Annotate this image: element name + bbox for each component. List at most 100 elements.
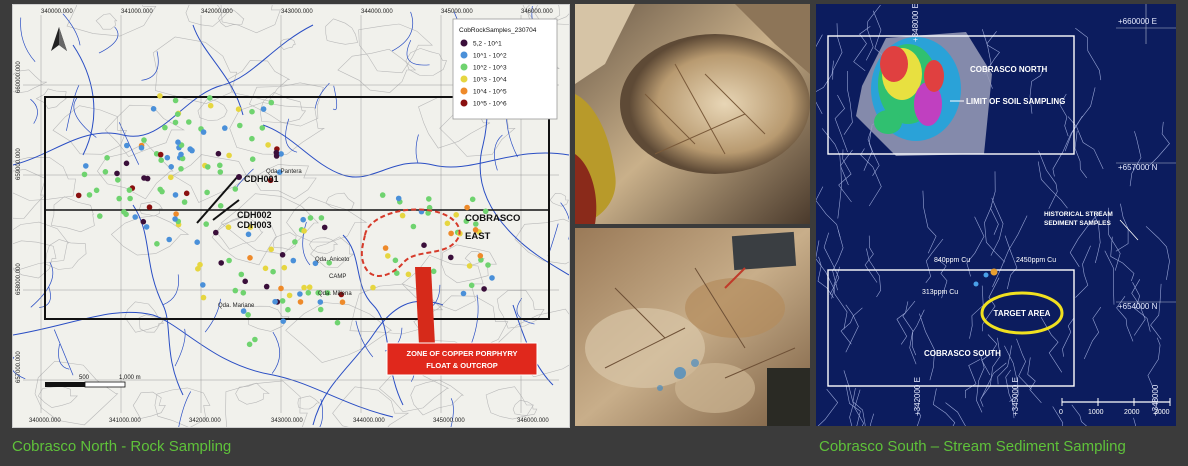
sample-point — [240, 290, 247, 296]
sample-point — [204, 189, 210, 196]
sample-point — [453, 212, 460, 218]
sample-313-marker-icon — [973, 281, 979, 287]
sample-point — [207, 95, 213, 101]
sample-point — [260, 106, 267, 112]
sample-point — [226, 257, 232, 264]
place-label-millena: Qda. Millena — [318, 291, 352, 297]
sample-point — [157, 151, 164, 158]
sample-point — [150, 106, 157, 112]
sample-point — [93, 187, 100, 194]
sample-point — [172, 216, 178, 222]
sample-point — [218, 260, 224, 266]
sample-legend: CobRockSamples_230704 5,2 - 10^1 10^1 - 1… — [452, 18, 558, 120]
sample-point — [262, 265, 269, 272]
sample-point — [252, 336, 258, 343]
sample-point — [382, 245, 389, 251]
top-tick-3: 343000.000 — [281, 9, 313, 15]
sample-point — [215, 150, 222, 157]
sample-point — [285, 306, 291, 313]
stream-sediment-map-svg: +660000 E +657000 N +654000 N +348000 E … — [816, 4, 1176, 426]
sample-point — [297, 291, 303, 297]
sample-2450-marker-icon — [990, 268, 998, 276]
drillhole-label-cdh003: CDH003 — [237, 220, 272, 230]
sample-point — [127, 195, 133, 202]
legend-marker-icon — [460, 75, 468, 83]
sample-point — [318, 215, 325, 221]
cobrasco-north-label: COBRASCO NORTH — [970, 65, 1048, 74]
legend-label: 10^1 - 10^2 — [473, 53, 507, 60]
sample-point — [489, 275, 495, 281]
sample-point — [273, 153, 280, 159]
sample-point — [477, 253, 484, 259]
sample-point — [297, 299, 304, 305]
left-tick-3: 657000.000 — [16, 351, 22, 383]
sample-point — [249, 135, 255, 142]
sample-point — [385, 253, 391, 259]
sample-point — [301, 228, 307, 234]
sample-point — [141, 175, 147, 181]
bottom-tick-2: 342000.000 — [189, 418, 221, 424]
top-tick-1: 341000.000 — [121, 9, 153, 15]
sample-point — [466, 263, 473, 269]
caption-left: Cobrasco North - Rock Sampling — [12, 438, 232, 455]
sample-point — [140, 218, 147, 225]
sample-point — [141, 137, 147, 143]
sample-point — [172, 97, 179, 104]
sample-point — [464, 204, 470, 211]
rock-sampling-map-svg: 340000.000 341000.000 342000.000 343000.… — [13, 5, 569, 427]
sample-point — [263, 283, 270, 290]
sample-point — [194, 239, 200, 245]
sample-point — [421, 242, 427, 248]
sample-point — [410, 223, 417, 230]
sample-point — [172, 192, 179, 198]
sample-point — [379, 192, 386, 198]
sample-point — [143, 224, 150, 230]
sample-point — [270, 268, 276, 275]
stream-sediment-map: +660000 E +657000 N +654000 N +348000 E … — [816, 4, 1176, 426]
sample-point — [300, 216, 307, 223]
legend-title: CobRockSamples_230704 — [459, 27, 537, 34]
sample-point — [157, 186, 163, 193]
sample-point — [124, 142, 130, 149]
drillhole-collar-icon — [236, 174, 242, 180]
sample-point — [469, 196, 476, 203]
vertical-bottom-1-label: +342000 E — [913, 377, 922, 416]
sample-point — [213, 229, 219, 236]
sample-point — [392, 257, 399, 264]
sample-840-label: 840ppm Cu — [934, 257, 970, 264]
sample-point — [154, 241, 160, 247]
left-tick-0: 660000.000 — [16, 61, 22, 93]
sample-point — [238, 271, 245, 278]
sample-point — [460, 290, 467, 297]
sample-point — [307, 215, 314, 221]
sample-point — [305, 290, 312, 296]
sample-point — [249, 108, 255, 115]
sample-point — [217, 203, 224, 209]
sample-point — [189, 147, 195, 154]
sample-point — [339, 299, 346, 306]
outcrop-photo-bottom — [575, 228, 810, 426]
place-label-aniceto: Qda. Aniceto — [315, 257, 350, 263]
bottom-tick-3: 343000.000 — [271, 418, 303, 424]
historical-label-2: SEDIMENT SAMPLES — [1044, 220, 1111, 227]
place-label-pantera: Qda. Pantera — [266, 169, 302, 175]
sample-point — [317, 299, 324, 305]
place-label-mariane: Qda. Mariane — [218, 303, 255, 309]
scale-label-3000: 3000 — [1154, 409, 1170, 416]
sample-point — [123, 160, 130, 167]
sample-point — [146, 204, 153, 210]
sample-point — [175, 139, 181, 145]
sample-point — [114, 170, 120, 177]
top-tick-5: 345000.000 — [441, 9, 473, 15]
legend-label: 10^4 - 10^5 — [473, 89, 507, 96]
sample-point — [186, 119, 192, 125]
vertical-top-label: +348000 E — [911, 4, 920, 42]
sample-point — [217, 169, 224, 175]
sample-point — [268, 99, 275, 106]
legend-marker-icon — [460, 39, 468, 47]
sample-point — [448, 230, 454, 237]
sample-point — [405, 271, 412, 278]
cobrasco-east-label-2: EAST — [465, 231, 491, 242]
historical-label-1: HISTORICAL STREAM — [1044, 211, 1113, 218]
drillhole-label-cdh001: CDH001 — [244, 174, 279, 184]
